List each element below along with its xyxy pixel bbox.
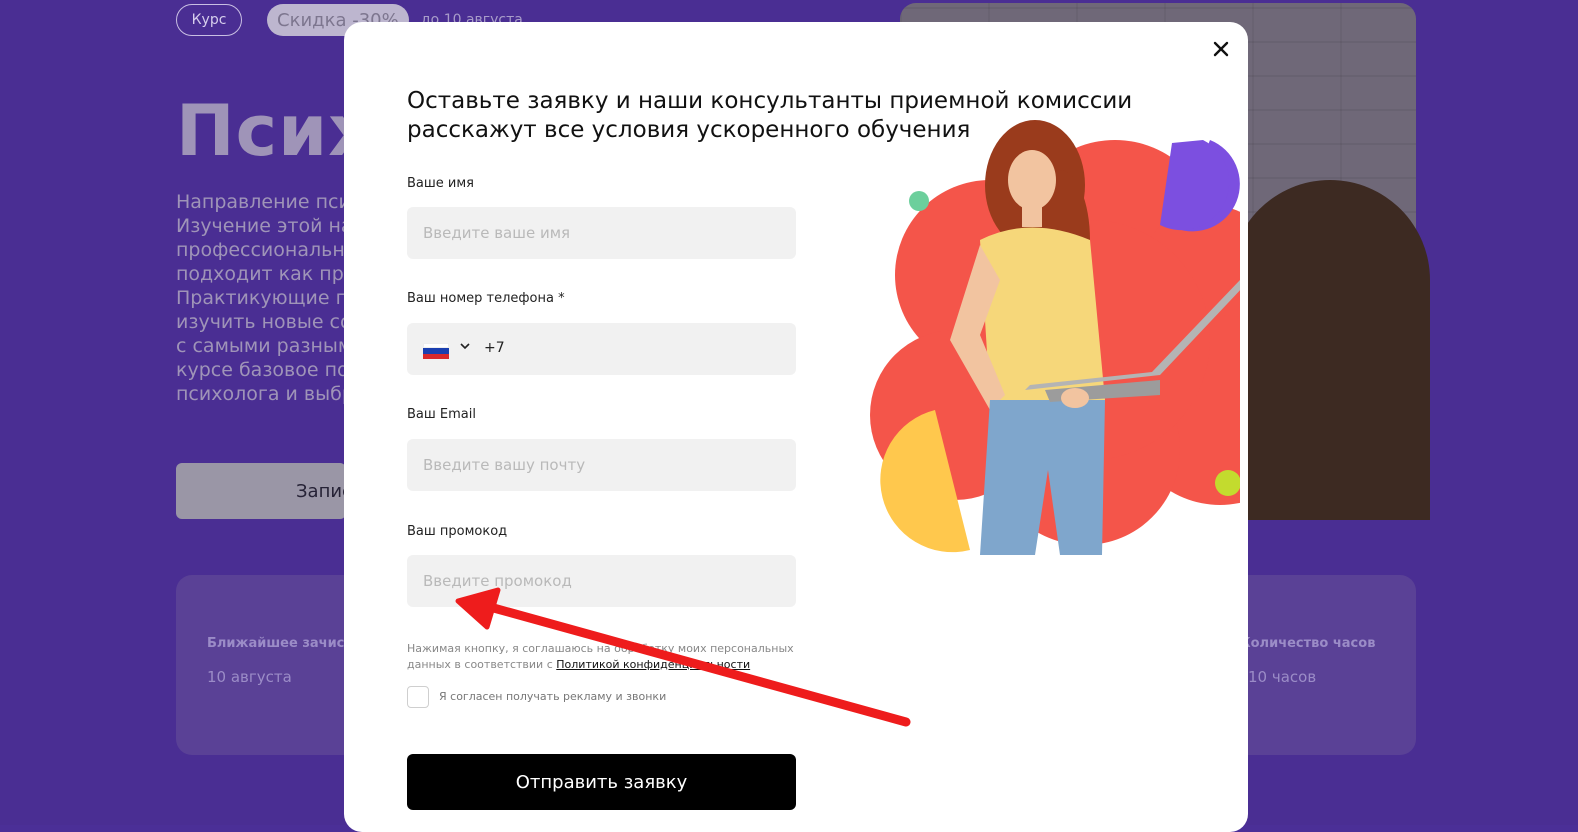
annotation-arrow-icon xyxy=(455,587,911,727)
